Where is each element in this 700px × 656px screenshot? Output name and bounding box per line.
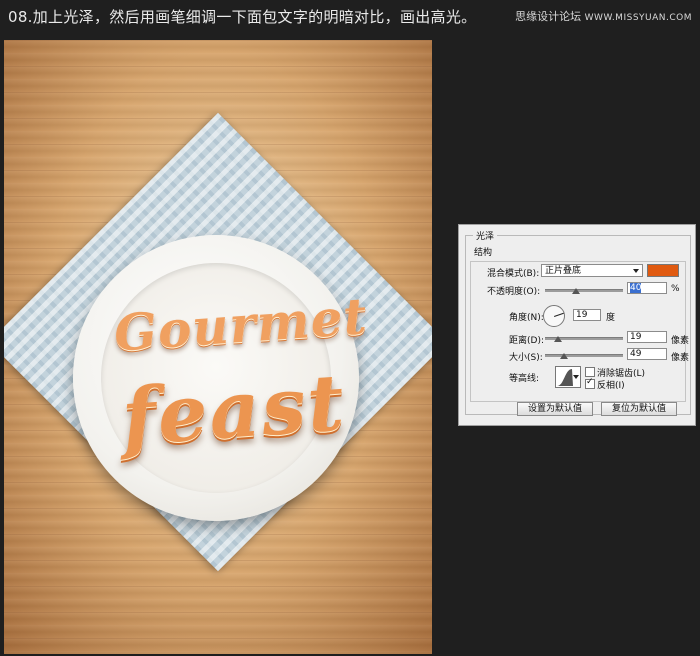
opacity-slider-thumb[interactable] (572, 288, 580, 294)
size-slider-thumb[interactable] (560, 353, 568, 359)
size-label: 大小(S): (509, 353, 543, 363)
distance-unit: 像素 (671, 336, 690, 346)
antialias-checkbox[interactable] (585, 367, 595, 377)
satin-layer-style-panel: 光泽 结构 混合模式(B): 正片叠底 不透明度(O): 40 % 角度(N):… (458, 224, 696, 426)
size-unit: 像素 (671, 353, 690, 363)
blend-color-swatch[interactable] (647, 264, 679, 277)
opacity-slider[interactable] (545, 289, 623, 292)
contour-label: 等高线: (509, 374, 540, 384)
set-default-button[interactable]: 设置为默认值 (517, 402, 593, 416)
angle-label: 角度(N): (509, 313, 544, 323)
angle-needle (554, 312, 564, 317)
step-caption: 08.加上光泽，然后用画笔细调一下面包文字的明暗对比，画出高光。 (8, 8, 477, 26)
size-input[interactable]: 49 (627, 348, 667, 360)
blend-mode-select[interactable]: 正片叠底 (541, 264, 643, 277)
watermark-url: WWW.MISSYUAN.COM (584, 13, 692, 23)
angle-input[interactable]: 19 (573, 309, 601, 321)
invert-label: 反相(I) (597, 381, 625, 391)
size-slider[interactable] (545, 354, 623, 357)
watermark-name: 思缘设计论坛 (515, 10, 582, 23)
opacity-unit: % (671, 284, 680, 294)
artwork-canvas: Gourmet feast (4, 40, 432, 654)
satin-title: 光泽 (473, 229, 498, 242)
site-watermark: 思缘设计论坛 WWW.MISSYUAN.COM (515, 8, 692, 24)
angle-unit: 度 (606, 313, 616, 323)
blend-mode-label: 混合模式(B): (487, 269, 540, 279)
reset-default-button[interactable]: 复位为默认值 (601, 402, 677, 416)
distance-input[interactable]: 19 (627, 331, 667, 343)
distance-label: 距离(D): (509, 336, 544, 346)
bread-text-feast: feast (119, 357, 349, 464)
opacity-label: 不透明度(O): (487, 287, 541, 297)
opacity-input[interactable]: 40 (627, 282, 667, 294)
invert-checkbox[interactable] (585, 377, 595, 389)
structure-title: 结构 (471, 245, 496, 258)
chevron-down-icon (633, 269, 639, 273)
angle-dial[interactable] (543, 305, 565, 327)
distance-slider-thumb[interactable] (554, 336, 562, 342)
contour-dropdown-icon[interactable] (573, 375, 579, 379)
blend-mode-value: 正片叠底 (545, 266, 582, 276)
